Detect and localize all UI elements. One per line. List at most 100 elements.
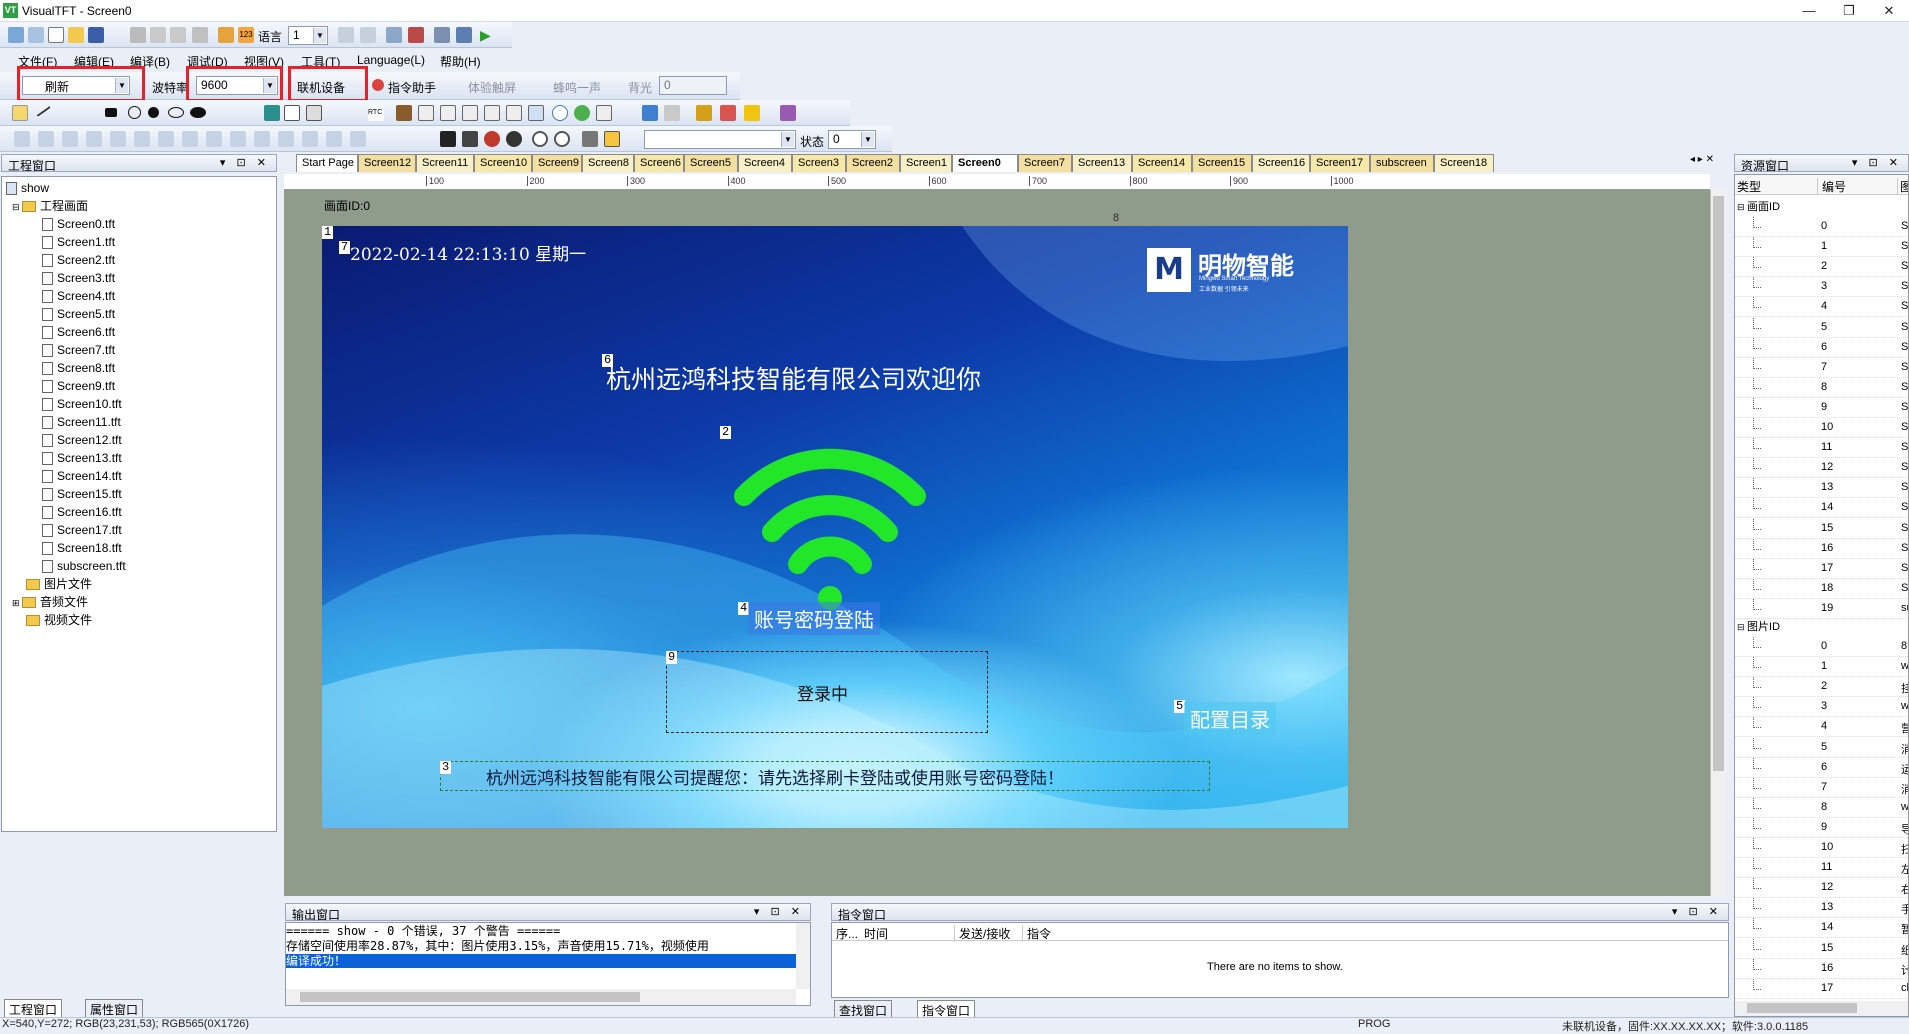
tab-subscreen[interactable]: subscreen bbox=[1370, 154, 1434, 172]
resource-row[interactable]: 6S bbox=[1735, 337, 1908, 358]
resource-row[interactable]: 6运 bbox=[1735, 757, 1908, 778]
tree-file-item[interactable]: Screen12.tft bbox=[42, 431, 122, 449]
col-send-receive[interactable]: 发送/接收 bbox=[954, 925, 1010, 942]
language-select[interactable]: 1 ▼ bbox=[288, 26, 328, 45]
tree-file-item[interactable]: Screen15.tft bbox=[42, 485, 122, 503]
resource-row[interactable]: 12 右 bbox=[1735, 878, 1908, 899]
command-helper-button[interactable]: 指令助手 bbox=[388, 79, 436, 96]
resource-row[interactable]: 14 S bbox=[1735, 498, 1908, 519]
grid-icon[interactable] bbox=[582, 131, 598, 147]
save-icon[interactable] bbox=[88, 27, 104, 43]
input-tool-icon[interactable] bbox=[306, 105, 322, 121]
menu-language[interactable]: Language(L) bbox=[357, 53, 425, 67]
tree-folder-images[interactable]: 图片文件 bbox=[26, 575, 92, 593]
resource-row[interactable]: 19 su bbox=[1735, 598, 1908, 619]
tree-root[interactable]: show bbox=[6, 179, 49, 197]
tree-file-item[interactable]: Screen9.tft bbox=[42, 377, 115, 395]
slider-tool-icon[interactable] bbox=[462, 105, 478, 121]
redo-icon[interactable] bbox=[360, 27, 376, 43]
qr-tool-icon[interactable] bbox=[596, 105, 612, 121]
loop-icon[interactable] bbox=[456, 27, 472, 43]
datetime-text[interactable]: 2022-02-14 22:13:10 星期一 bbox=[350, 240, 586, 265]
screen-copy-icon[interactable] bbox=[664, 105, 680, 121]
circle-gauge-icon[interactable] bbox=[552, 105, 568, 121]
fill-color-icon[interactable] bbox=[744, 105, 760, 121]
open-folder-icon[interactable] bbox=[68, 27, 84, 43]
tab-screen10[interactable]: Screen10 bbox=[474, 154, 532, 172]
resource-hscroll[interactable] bbox=[1735, 1001, 1908, 1016]
image-tool-icon[interactable] bbox=[528, 105, 544, 121]
scrollbar-thumb[interactable] bbox=[300, 992, 640, 1002]
tab-screen0[interactable]: Screen0 bbox=[952, 154, 1018, 172]
tree-file-item[interactable]: Screen13.tft bbox=[42, 449, 122, 467]
resource-row[interactable]: 13 手 bbox=[1735, 898, 1908, 919]
distribute-h-icon[interactable] bbox=[230, 131, 246, 147]
resource-row[interactable]: 3S bbox=[1735, 277, 1908, 298]
resource-row[interactable]: 9导 bbox=[1735, 817, 1908, 838]
chart-tool-icon[interactable] bbox=[418, 105, 434, 121]
resource-group-screens[interactable]: ⊟ 画面ID bbox=[1737, 197, 1780, 217]
ellipse-tool-icon[interactable] bbox=[168, 107, 184, 118]
tree-file-item[interactable]: Screen18.tft bbox=[42, 539, 122, 557]
control-select[interactable]: ▼ bbox=[644, 130, 796, 149]
show-eye-icon[interactable] bbox=[506, 131, 522, 147]
tree-folder-video[interactable]: 视频文件 bbox=[26, 611, 92, 629]
col-command[interactable]: 指令 bbox=[1022, 925, 1051, 942]
tree-file-item[interactable]: Screen5.tft bbox=[42, 305, 115, 323]
center-h-icon[interactable] bbox=[110, 131, 126, 147]
resource-row[interactable]: 17 S bbox=[1735, 558, 1908, 579]
welcome-text[interactable]: 杭州远鸿科技智能有限公司欢迎你 bbox=[606, 360, 981, 396]
text-tool-icon[interactable] bbox=[264, 105, 280, 121]
resource-row[interactable]: 2挂 bbox=[1735, 677, 1908, 698]
align-bottom-icon[interactable] bbox=[86, 131, 102, 147]
align-top-icon[interactable] bbox=[62, 131, 78, 147]
distribute-v-icon[interactable] bbox=[254, 131, 270, 147]
resource-row[interactable]: 15 S bbox=[1735, 518, 1908, 539]
meter-tool-icon[interactable] bbox=[396, 105, 412, 121]
tab-screen18[interactable]: Screen18 bbox=[1434, 154, 1494, 172]
resource-row[interactable]: 5消 bbox=[1735, 737, 1908, 758]
tree-folder-screens[interactable]: ⊟ 工程画面 bbox=[12, 197, 88, 215]
config-directory-button[interactable]: 配置目录 bbox=[1184, 702, 1276, 735]
output-hscroll[interactable] bbox=[286, 989, 796, 1005]
font-color-icon[interactable] bbox=[780, 105, 796, 121]
tab-screen7[interactable]: Screen7 bbox=[1018, 154, 1072, 172]
number-icon[interactable]: 123 bbox=[238, 27, 254, 43]
tree-file-item[interactable]: Screen0.tft bbox=[42, 215, 115, 233]
animation-tool-icon[interactable] bbox=[574, 105, 590, 121]
snap-icon[interactable] bbox=[604, 131, 620, 147]
resource-row[interactable]: 9S bbox=[1735, 397, 1908, 418]
brush-icon[interactable] bbox=[696, 105, 712, 121]
backlight-input[interactable]: 0 bbox=[659, 76, 727, 95]
lock-item-icon[interactable] bbox=[440, 131, 456, 147]
tab-screen13[interactable]: Screen13 bbox=[1072, 154, 1132, 172]
output-vscroll[interactable] bbox=[796, 923, 810, 989]
resource-row[interactable]: 17 cl bbox=[1735, 978, 1908, 999]
tree-file-item[interactable]: Screen8.tft bbox=[42, 359, 115, 377]
ungroup-icon[interactable] bbox=[350, 131, 366, 147]
menu-help[interactable]: 帮助(H) bbox=[440, 53, 481, 70]
tab-screen5[interactable]: Screen5 bbox=[684, 154, 738, 172]
minimize-button[interactable]: — bbox=[1789, 0, 1829, 22]
resource-row[interactable]: 4营 bbox=[1735, 717, 1908, 738]
tab-screen1[interactable]: Screen1 bbox=[900, 154, 952, 172]
download-icon[interactable] bbox=[434, 27, 450, 43]
tab-screen16[interactable]: Screen16 bbox=[1252, 154, 1310, 172]
tree-file-item[interactable]: Screen7.tft bbox=[42, 341, 115, 359]
tree-folder-audio[interactable]: ⊞ 音频文件 bbox=[12, 593, 88, 611]
tree-file-item[interactable]: Screen6.tft bbox=[42, 323, 115, 341]
circle-tool-icon[interactable] bbox=[128, 106, 141, 119]
tools-icon[interactable] bbox=[408, 27, 424, 43]
resource-row[interactable]: 8w bbox=[1735, 797, 1908, 818]
compile-icon[interactable] bbox=[386, 27, 402, 43]
bring-front-icon[interactable] bbox=[278, 131, 294, 147]
resource-row[interactable]: 2S bbox=[1735, 257, 1908, 278]
wifi-icon[interactable] bbox=[730, 424, 930, 614]
tab-nav-arrows[interactable]: ◂ ▸ ✕ bbox=[1690, 154, 1714, 165]
same-width-icon[interactable] bbox=[158, 131, 174, 147]
tree-file-item[interactable]: subscreen.tft bbox=[42, 557, 126, 575]
zoom-out-icon[interactable] bbox=[554, 131, 570, 147]
resource-row[interactable]: 12 S bbox=[1735, 458, 1908, 479]
tab-screen8[interactable]: Screen8 bbox=[582, 154, 634, 172]
resource-row[interactable]: 14 暂 bbox=[1735, 918, 1908, 939]
